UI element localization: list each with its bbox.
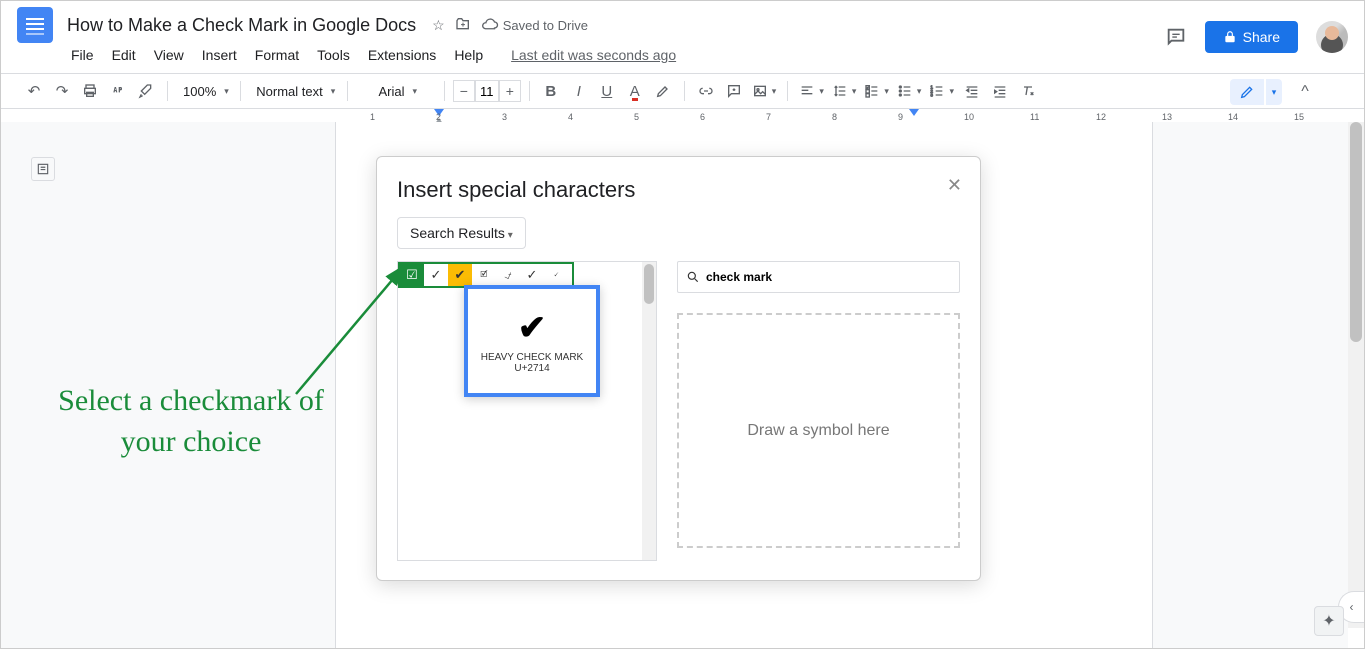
bold-icon[interactable]: B bbox=[538, 78, 564, 104]
menu-help[interactable]: Help bbox=[446, 44, 491, 66]
ruler-number: 12 bbox=[1096, 112, 1106, 122]
dialog-title: Insert special characters bbox=[397, 177, 960, 203]
vertical-scrollbar[interactable] bbox=[1348, 122, 1364, 628]
insert-link-icon[interactable] bbox=[693, 78, 719, 104]
menu-insert[interactable]: Insert bbox=[194, 44, 245, 66]
increase-font-button[interactable]: + bbox=[499, 80, 521, 102]
star-icon[interactable]: ☆ bbox=[432, 17, 445, 34]
character-preview-tooltip: ✔ HEAVY CHECK MARK U+2714 bbox=[464, 285, 600, 397]
line-spacing-icon[interactable] bbox=[829, 78, 860, 104]
char-result[interactable]: ✓ bbox=[424, 264, 448, 286]
ruler-number: 2 bbox=[436, 112, 441, 122]
share-button[interactable]: Share bbox=[1205, 21, 1298, 53]
ruler-number: 13 bbox=[1162, 112, 1172, 122]
menu-tools[interactable]: Tools bbox=[309, 44, 358, 66]
paint-format-icon[interactable] bbox=[133, 78, 159, 104]
checklist-icon[interactable] bbox=[861, 78, 892, 104]
menu-view[interactable]: View bbox=[146, 44, 192, 66]
search-input-container: check mark bbox=[677, 261, 960, 293]
font-size-input[interactable] bbox=[475, 80, 499, 102]
document-title[interactable]: How to Make a Check Mark in Google Docs bbox=[63, 13, 420, 38]
ruler-number: 6 bbox=[700, 112, 705, 122]
char-result[interactable]: ☑ bbox=[400, 264, 424, 286]
annotation-text: Select a checkmark of your choice bbox=[51, 381, 331, 462]
text-color-icon[interactable]: A bbox=[622, 78, 648, 104]
italic-icon[interactable]: I bbox=[566, 78, 592, 104]
ruler-number: 5 bbox=[634, 112, 639, 122]
last-edit-link[interactable]: Last edit was seconds ago bbox=[503, 44, 684, 66]
paragraph-style-dropdown[interactable]: Normal text bbox=[249, 78, 339, 104]
search-icon bbox=[686, 270, 700, 284]
ruler-number: 9 bbox=[898, 112, 903, 122]
insert-image-icon[interactable] bbox=[749, 78, 780, 104]
ruler-number: 14 bbox=[1228, 112, 1238, 122]
spellcheck-icon[interactable] bbox=[105, 78, 131, 104]
menu-bar: File Edit View Insert Format Tools Exten… bbox=[1, 41, 1364, 69]
ruler-number: 7 bbox=[766, 112, 771, 122]
char-result[interactable]: 🗹 bbox=[472, 264, 496, 286]
redo-icon[interactable]: ↷ bbox=[49, 78, 75, 104]
comment-history-icon[interactable] bbox=[1165, 26, 1187, 48]
move-icon[interactable] bbox=[455, 16, 471, 35]
show-outline-icon[interactable] bbox=[31, 157, 55, 181]
numbered-list-icon[interactable]: 123 bbox=[926, 78, 957, 104]
ruler-number: 10 bbox=[964, 112, 974, 122]
docs-logo-icon[interactable] bbox=[17, 7, 53, 43]
editing-mode-dropdown[interactable]: ▾ bbox=[1266, 79, 1282, 105]
menu-edit[interactable]: Edit bbox=[104, 44, 144, 66]
filter-dropdown[interactable]: Search Results bbox=[397, 217, 526, 249]
align-icon[interactable] bbox=[796, 78, 827, 104]
menu-format[interactable]: Format bbox=[247, 44, 307, 66]
ruler-number: 11 bbox=[1030, 112, 1039, 122]
draw-symbol-area[interactable]: Draw a symbol here bbox=[677, 313, 960, 548]
clear-formatting-icon[interactable] bbox=[1015, 78, 1041, 104]
add-comment-icon[interactable] bbox=[721, 78, 747, 104]
char-result[interactable]: ✓ bbox=[520, 264, 544, 286]
decrease-font-button[interactable]: − bbox=[453, 80, 475, 102]
cloud-saved-icon[interactable]: Saved to Drive bbox=[481, 16, 588, 34]
bulleted-list-icon[interactable] bbox=[894, 78, 925, 104]
font-dropdown[interactable]: Arial bbox=[356, 78, 436, 104]
char-result[interactable]: ⍻ bbox=[496, 264, 520, 286]
highlight-color-icon[interactable] bbox=[650, 78, 676, 104]
ruler-number: 8 bbox=[832, 112, 837, 122]
ruler-number: 4 bbox=[568, 112, 573, 122]
zoom-dropdown[interactable]: 100% bbox=[176, 78, 232, 104]
undo-icon[interactable]: ↶ bbox=[21, 78, 47, 104]
ruler-number: 1 bbox=[370, 112, 375, 122]
menu-file[interactable]: File bbox=[63, 44, 102, 66]
share-label: Share bbox=[1243, 29, 1280, 45]
search-input[interactable]: check mark bbox=[706, 270, 772, 284]
hide-menus-icon[interactable]: ^ bbox=[1292, 79, 1318, 105]
account-avatar[interactable] bbox=[1316, 21, 1348, 53]
editing-mode-button[interactable] bbox=[1230, 79, 1264, 105]
explore-icon[interactable]: ✦ bbox=[1314, 606, 1344, 636]
decrease-indent-icon[interactable] bbox=[959, 78, 985, 104]
saved-status-text: Saved to Drive bbox=[503, 18, 588, 33]
toolbar: ↶ ↷ 100% Normal text Arial − + B I U A 1… bbox=[1, 73, 1364, 109]
increase-indent-icon[interactable] bbox=[987, 78, 1013, 104]
preview-code: U+2714 bbox=[514, 363, 549, 374]
ruler-number: 15 bbox=[1294, 112, 1304, 122]
close-icon[interactable]: ✕ bbox=[947, 175, 962, 196]
underline-icon[interactable]: U bbox=[594, 78, 620, 104]
char-result[interactable]: 🗸 bbox=[544, 264, 568, 286]
preview-name: HEAVY CHECK MARK bbox=[481, 352, 583, 363]
ruler-number: 3 bbox=[502, 112, 507, 122]
grid-scrollbar[interactable] bbox=[642, 262, 656, 560]
menu-extensions[interactable]: Extensions bbox=[360, 44, 444, 66]
preview-glyph: ✔ bbox=[518, 308, 547, 348]
print-icon[interactable] bbox=[77, 78, 103, 104]
svg-text:3: 3 bbox=[931, 92, 934, 97]
char-result-selected[interactable]: ✔ bbox=[448, 264, 472, 286]
